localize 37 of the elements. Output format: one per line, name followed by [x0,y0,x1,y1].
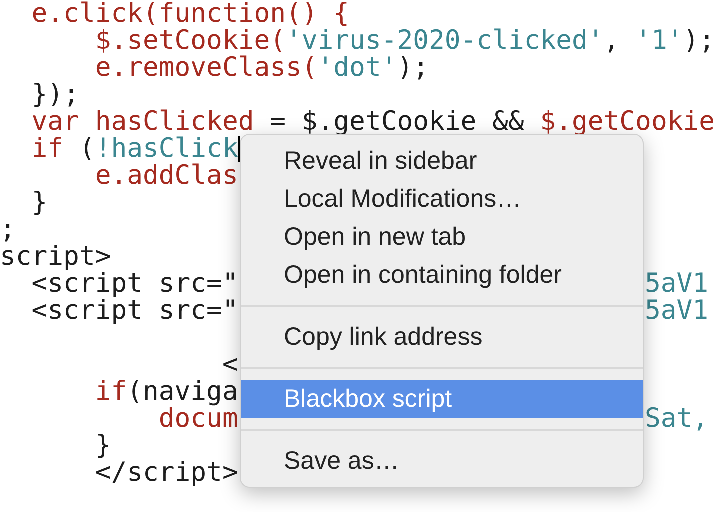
code-text: !hasClick [95,135,238,162]
code-text: $.getCookie [540,108,715,135]
code-text: e.addClas [94,162,238,189]
code-text: }); [30,81,80,108]
menu-item[interactable]: Local Modifications… [241,180,643,218]
code-text: docum [158,405,238,432]
code-text: var hasClicked [30,108,254,135]
code-text: e.click(function() { [30,0,350,27]
menu-item[interactable]: Copy link address [241,318,643,356]
code-text: = $.getCookie && [269,108,526,135]
code-text: 'dot' [318,54,398,81]
code-text: <script src=" [32,270,238,297]
code-text: e.removeClass( [94,54,318,81]
code-text: , [604,27,621,54]
code-text: Sat, [645,405,709,432]
code-text: ; [0,216,16,243]
code-text: ); [397,54,430,81]
code-text: script> [0,243,112,270]
code-text: 'virus-2020-clicked' [286,27,604,54]
code-text: ); [683,27,716,54]
code-text: ( [78,135,96,162]
code-text: if [94,378,128,405]
menu-item[interactable]: Save as… [241,442,643,480]
code-text: </script> [94,459,238,486]
code-text: <script src=" [30,297,238,324]
menu-item[interactable]: Reveal in sidebar [241,142,643,180]
menu-item[interactable]: Open in new tab [241,218,643,256]
code-text: 5aV1 [645,297,709,324]
code-text: $.setCookie( [95,27,286,54]
code-text: (naviga [127,378,238,405]
code-text: < [221,351,238,378]
code-text: if [30,135,64,162]
code-text: 5aV1 [645,270,709,297]
menu-item[interactable]: Open in containing folder [241,256,643,294]
code-text: '1' [636,27,684,54]
code-text: } [30,189,48,216]
code-text: } [94,432,112,459]
